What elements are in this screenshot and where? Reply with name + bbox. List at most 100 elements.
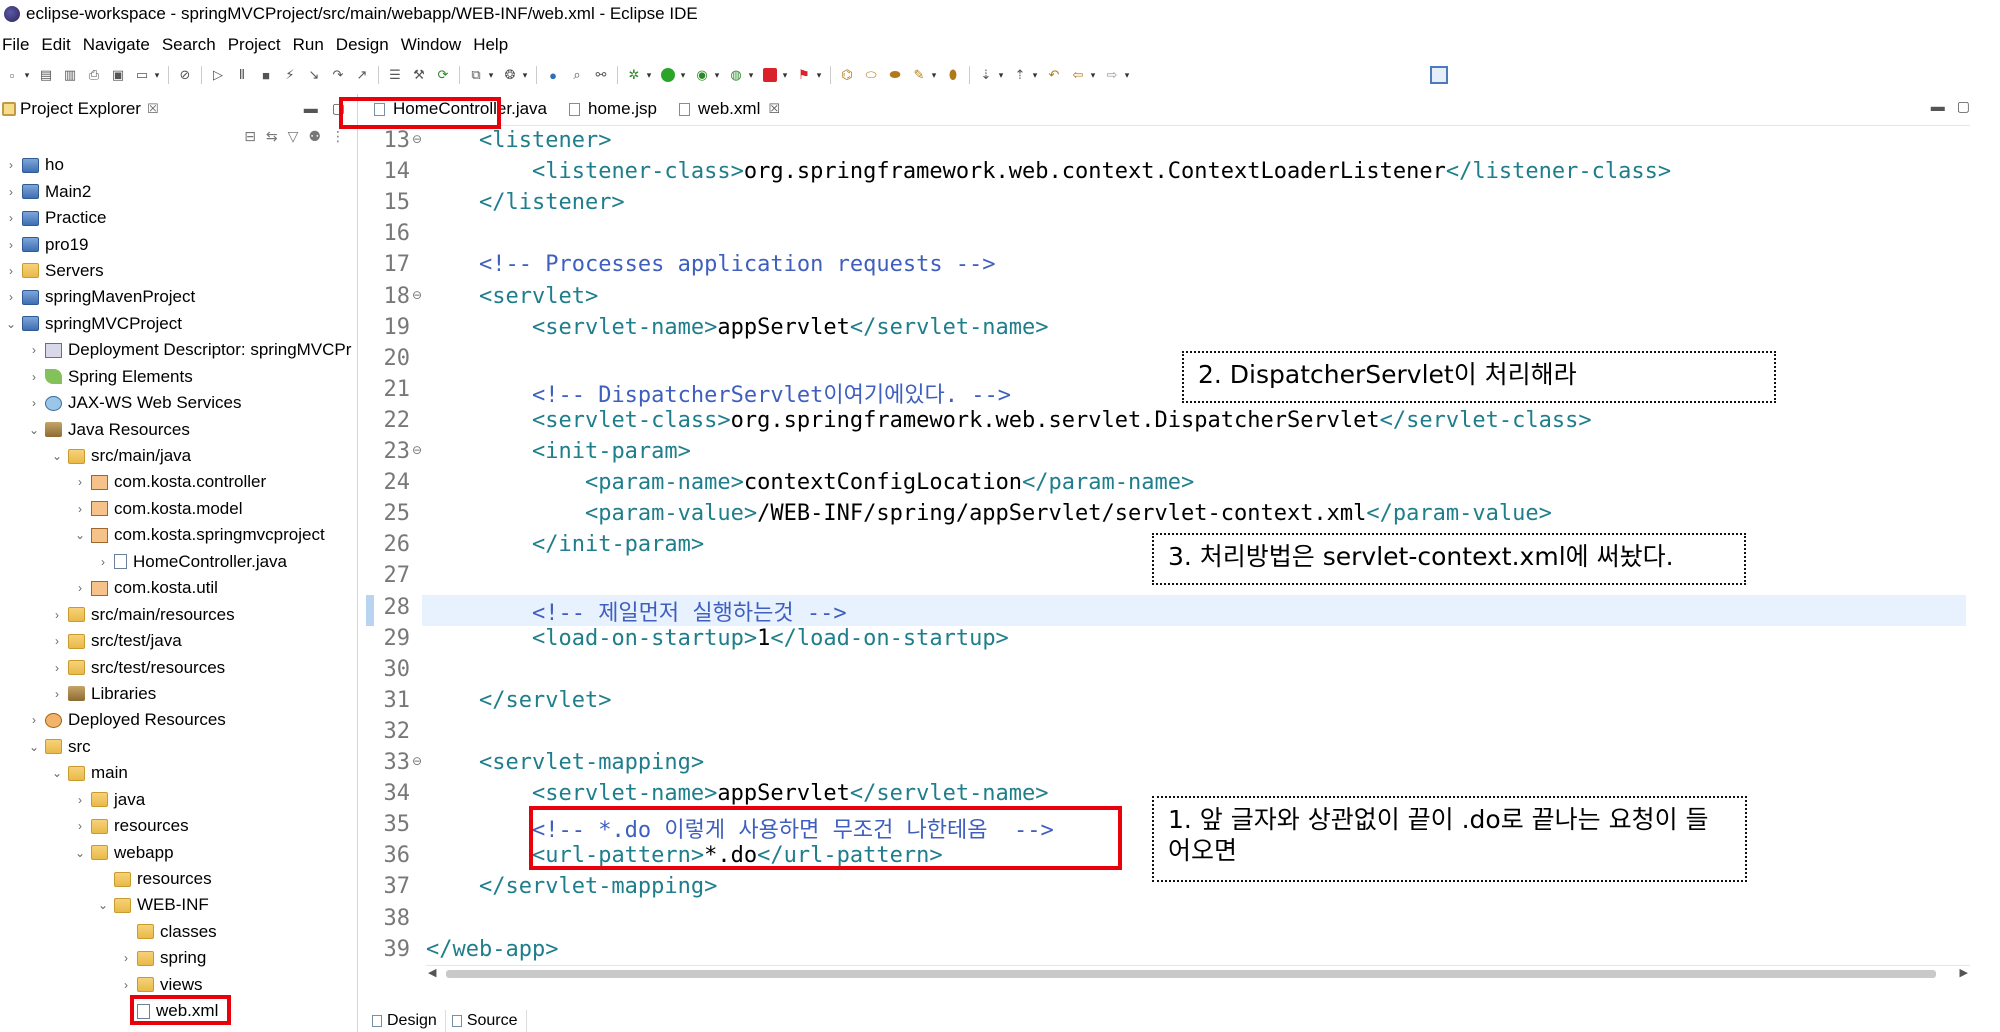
save-all-icon[interactable]: ▥: [61, 66, 79, 84]
tree-item[interactable]: › src/test/resources: [0, 654, 357, 680]
view-menu-icon[interactable]: ⋮: [331, 128, 345, 145]
tree-item[interactable]: › ho: [0, 152, 357, 178]
filter-icon[interactable]: ▽: [288, 128, 299, 145]
chevron-down-icon[interactable]: ⌄: [73, 846, 87, 860]
step-return-icon[interactable]: ↗: [353, 66, 371, 84]
debug-icon[interactable]: ✲: [625, 66, 643, 84]
editor-tab[interactable]: home.jsp: [561, 94, 671, 124]
chevron-down-icon[interactable]: ⌄: [27, 740, 41, 754]
run-dropdown-icon[interactable]: ▾: [679, 66, 687, 84]
minimize-icon[interactable]: ▬: [1931, 98, 1945, 115]
tree-item[interactable]: ⌄ src/main/java: [0, 443, 357, 469]
tree-item[interactable]: › Practice: [0, 205, 357, 231]
tree-item[interactable]: resources: [0, 866, 357, 892]
code-line[interactable]: <!-- DispatcherServlet이여기에있다. -->: [426, 377, 1011, 409]
tree-item[interactable]: › spring: [0, 945, 357, 971]
step-over-icon[interactable]: ↷: [329, 66, 347, 84]
code-line[interactable]: <servlet-class>org.springframework.web.s…: [426, 408, 1592, 433]
tree-item[interactable]: › Main2: [0, 178, 357, 204]
chevron-right-icon[interactable]: ›: [27, 713, 41, 727]
tree-item[interactable]: › com.kosta.model: [0, 496, 357, 522]
tree-item[interactable]: › resources: [0, 813, 357, 839]
chevron-right-icon[interactable]: ›: [119, 978, 133, 992]
new-dropdown-icon[interactable]: ▾: [23, 66, 31, 84]
chevron-right-icon[interactable]: ›: [27, 343, 41, 357]
maximize-icon[interactable]: ▢: [1957, 98, 1970, 115]
flag-dropdown-icon[interactable]: ▾: [815, 66, 823, 84]
type-hierarchy-icon[interactable]: ⌬: [838, 66, 856, 84]
menu-file[interactable]: File: [0, 35, 38, 55]
code-line[interactable]: <servlet-name>appServlet</servlet-name>: [426, 315, 1049, 340]
chevron-right-icon[interactable]: ›: [4, 238, 18, 252]
chevron-right-icon[interactable]: ›: [73, 475, 87, 489]
disconnect-icon[interactable]: ⚡: [281, 66, 299, 84]
tree-item[interactable]: ⌄ webapp: [0, 839, 357, 865]
tree-item[interactable]: › java: [0, 787, 357, 813]
terminate-icon[interactable]: ■: [257, 66, 275, 84]
tree-item[interactable]: › pro19: [0, 231, 357, 257]
tree-item[interactable]: ⌄ springMVCProject: [0, 311, 357, 337]
search-icon[interactable]: ⌕: [568, 66, 586, 84]
flag-icon[interactable]: ⚑: [795, 66, 813, 84]
pencil-icon[interactable]: ✎: [910, 66, 928, 84]
tab-source[interactable]: Source: [445, 1010, 527, 1032]
new-icon[interactable]: ▫: [3, 66, 21, 84]
chevron-right-icon[interactable]: ›: [50, 634, 64, 648]
tree-item[interactable]: › HomeController.java: [0, 549, 357, 575]
chevron-down-icon[interactable]: ⌄: [50, 766, 64, 780]
tree-item[interactable]: › Servers: [0, 258, 357, 284]
chevron-right-icon[interactable]: ›: [50, 687, 64, 701]
external-tools-icon[interactable]: ◍: [727, 66, 745, 84]
save-icon[interactable]: ▤: [37, 66, 55, 84]
print-icon[interactable]: ⎙: [85, 66, 103, 84]
new-class-dropdown-icon[interactable]: ▾: [521, 66, 529, 84]
new-server-icon[interactable]: ⧉: [467, 66, 485, 84]
chevron-down-icon[interactable]: ⌄: [4, 317, 18, 331]
minimize-icon[interactable]: ▬: [304, 100, 318, 117]
chevron-down-icon[interactable]: ⌄: [96, 898, 110, 912]
fold-toggle-icon[interactable]: ⊖: [412, 132, 422, 146]
chevron-right-icon[interactable]: ›: [4, 185, 18, 199]
scroll-right-icon[interactable]: ▶: [1960, 966, 1968, 979]
tree-item[interactable]: ⌄ main: [0, 760, 357, 786]
code-line[interactable]: <param-name>contextConfigLocation</param…: [426, 470, 1194, 495]
link-editor-icon[interactable]: ⇆: [266, 128, 278, 145]
close-icon[interactable]: ☒: [768, 101, 780, 117]
chevron-right-icon[interactable]: ›: [4, 158, 18, 172]
pencil-dropdown-icon[interactable]: ▾: [930, 66, 938, 84]
code-line[interactable]: </listener>: [426, 190, 625, 215]
chevron-down-icon[interactable]: ⌄: [27, 423, 41, 437]
chevron-right-icon[interactable]: ›: [119, 951, 133, 965]
prev-annotation-icon[interactable]: ⇡: [1011, 66, 1029, 84]
tab-design[interactable]: Design: [366, 1010, 446, 1032]
stop-dropdown-icon[interactable]: ▾: [781, 66, 789, 84]
tree-item[interactable]: › springMavenProject: [0, 284, 357, 310]
tree-item[interactable]: › Deployed Resources: [0, 707, 357, 733]
next-annotation-icon[interactable]: ⇣: [977, 66, 995, 84]
code-line[interactable]: <param-value>/WEB-INF/spring/appServlet/…: [426, 501, 1552, 526]
console-icon[interactable]: ☰: [386, 66, 404, 84]
chevron-down-icon[interactable]: ⌄: [73, 528, 87, 542]
code-line[interactable]: <load-on-startup>1</load-on-startup>: [426, 626, 1009, 651]
menu-navigate[interactable]: Navigate: [83, 35, 159, 55]
code-line[interactable]: <servlet-name>appServlet</servlet-name>: [426, 781, 1049, 806]
tree-item[interactable]: classes: [0, 919, 357, 945]
next-annotation-dropdown-icon[interactable]: ▾: [997, 66, 1005, 84]
menu-edit[interactable]: Edit: [41, 35, 79, 55]
coverage-dropdown-icon[interactable]: ▾: [713, 66, 721, 84]
tree-item[interactable]: ⌄ Java Resources: [0, 416, 357, 442]
chevron-right-icon[interactable]: ›: [50, 608, 64, 622]
chevron-right-icon[interactable]: ›: [4, 211, 18, 225]
fold-toggle-icon[interactable]: ⊖: [412, 288, 422, 302]
chevron-right-icon[interactable]: ›: [4, 290, 18, 304]
run-icon[interactable]: [659, 66, 677, 84]
code-line[interactable]: <listener-class>org.springframework.web.…: [426, 159, 1671, 184]
code-line[interactable]: </web-app>: [426, 937, 558, 962]
code-line[interactable]: </servlet-mapping>: [426, 874, 717, 899]
code-line[interactable]: </servlet>: [426, 688, 611, 713]
tree-item[interactable]: › src/test/java: [0, 628, 357, 654]
last-edit-icon[interactable]: ↶: [1045, 66, 1063, 84]
skip-breakpoints-icon[interactable]: ⊘: [176, 66, 194, 84]
tree-item[interactable]: › Deployment Descriptor: springMVCPr: [0, 337, 357, 363]
suspend-icon[interactable]: Ⅱ: [233, 66, 251, 84]
